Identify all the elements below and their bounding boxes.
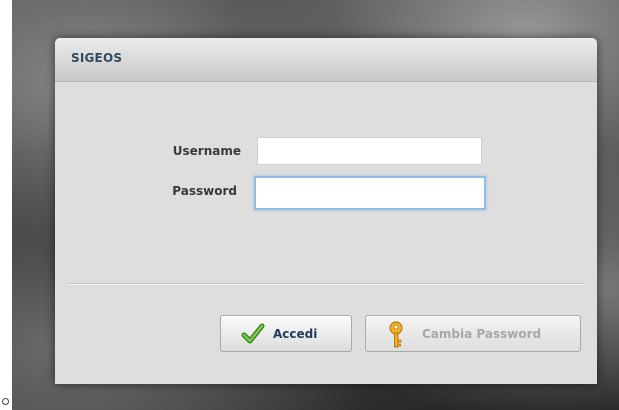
username-label: Username <box>172 144 241 158</box>
password-input[interactable] <box>254 176 486 210</box>
login-button-label: Accedi <box>273 327 318 341</box>
password-label: Password <box>172 184 237 198</box>
key-icon <box>387 321 405 349</box>
change-password-button[interactable]: Cambia Password <box>365 315 581 352</box>
checkmark-icon <box>241 322 265 346</box>
dialog-header: SIGEOS <box>55 38 597 82</box>
username-input[interactable] <box>257 137 482 165</box>
page-edge-strip <box>0 0 12 410</box>
login-button[interactable]: Accedi <box>220 315 352 352</box>
login-dialog: SIGEOS Username Password Accedi Cambia P… <box>55 38 597 384</box>
change-password-button-label: Cambia Password <box>422 327 542 341</box>
dialog-title: SIGEOS <box>71 51 123 65</box>
radio-indicator <box>2 398 9 405</box>
form-divider <box>69 283 583 285</box>
